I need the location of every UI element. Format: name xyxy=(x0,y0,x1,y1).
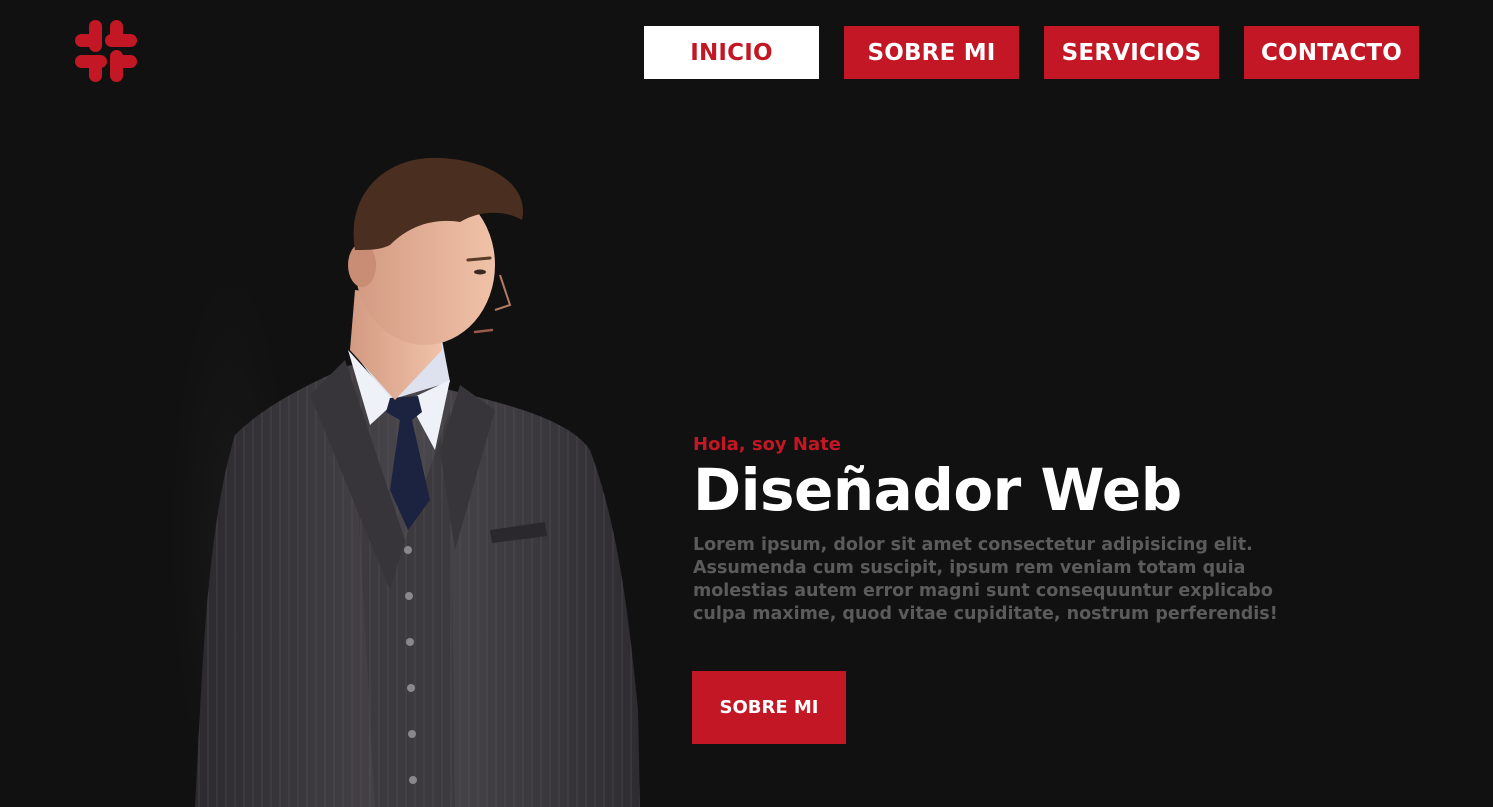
hero-title: Diseñador Web xyxy=(693,456,1182,524)
nav-inicio-button[interactable]: INICIO xyxy=(644,26,819,79)
hash-logo-icon[interactable] xyxy=(74,19,138,83)
nav-sobre-mi-button[interactable]: SOBRE MI xyxy=(844,26,1019,79)
sobre-mi-cta-button[interactable]: SOBRE MI xyxy=(692,671,846,744)
man-in-grey-suit-photo xyxy=(170,157,640,807)
hero-description: Lorem ipsum, dolor sit amet consectetur … xyxy=(693,535,1278,624)
nav-contacto-button[interactable]: CONTACTO xyxy=(1244,26,1419,79)
nav-servicios-button[interactable]: SERVICIOS xyxy=(1044,26,1219,79)
landing-page: INICIO SOBRE MI SERVICIOS CONTACTO Hola,… xyxy=(0,0,1493,807)
main-nav: INICIO SOBRE MI SERVICIOS CONTACTO xyxy=(644,26,1419,79)
hero-section: Hola, soy Nate Diseñador Web Lorem ipsum… xyxy=(693,433,1313,626)
hero-greeting: Hola, soy Nate xyxy=(693,434,841,455)
